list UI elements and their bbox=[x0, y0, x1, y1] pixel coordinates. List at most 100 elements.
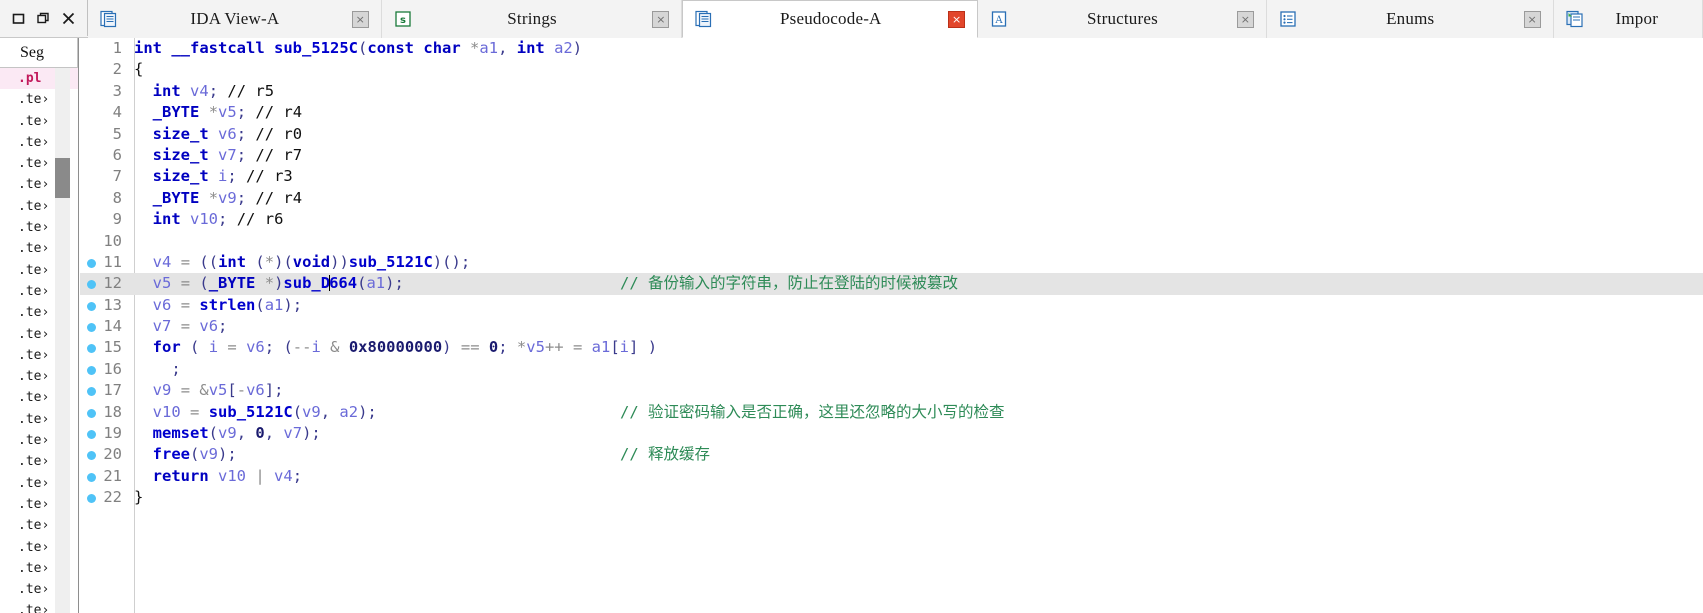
breakpoint-dot-icon[interactable] bbox=[87, 408, 96, 418]
line-number: 10 bbox=[103, 231, 122, 250]
segments-header: Seg bbox=[0, 38, 78, 68]
tab-imports[interactable]: Impor bbox=[1553, 0, 1703, 38]
code-text: int __fastcall sub_5125C(const char *a1,… bbox=[134, 39, 583, 57]
tab-strip: IDA View-A × s Strings × Pseudocode-A × … bbox=[88, 0, 1703, 38]
code-text: v6 = strlen(a1); bbox=[152, 295, 303, 314]
code-line[interactable]: 11 v4 = ((int (*)(void))sub_5121C)(); bbox=[80, 252, 1703, 273]
breakpoint-dot-icon[interactable] bbox=[87, 430, 96, 440]
code-comment: // 释放缓存 bbox=[620, 445, 710, 464]
segments-scrollbar-thumb[interactable] bbox=[55, 158, 70, 198]
tab-enums[interactable]: Enums × bbox=[1266, 0, 1554, 38]
line-number: 3 bbox=[112, 81, 122, 100]
tab-close-icon[interactable]: × bbox=[1236, 10, 1254, 28]
tab-label: Impor bbox=[1615, 9, 1659, 28]
code-text: ; bbox=[171, 359, 181, 378]
code-line[interactable]: 6 size_t v7; // r7 bbox=[80, 145, 1703, 166]
text-caret bbox=[329, 275, 331, 292]
tab-ida-view-a[interactable]: IDA View-A × bbox=[88, 0, 382, 38]
pseudocode-editor[interactable]: 1 int __fastcall sub_5125C(const char *a1… bbox=[80, 38, 1703, 613]
line-number: 8 bbox=[112, 188, 122, 207]
tab-close-icon[interactable]: × bbox=[351, 10, 369, 28]
restore-window-icon[interactable] bbox=[9, 8, 29, 28]
code-text: v7 = v6; bbox=[152, 317, 228, 336]
code-comment: // 验证密码输入是否正确，这里还忽略的大小写的检查 bbox=[620, 402, 1005, 421]
code-line[interactable]: 5 size_t v6; // r0 bbox=[80, 124, 1703, 145]
code-text: { bbox=[134, 60, 144, 79]
code-line[interactable]: 21 return v10 | v4; bbox=[80, 466, 1703, 487]
code-text: int v4; // r5 bbox=[152, 81, 275, 100]
code-text: return v10 | v4; bbox=[152, 466, 303, 485]
line-number: 6 bbox=[112, 145, 122, 164]
code-text: size_t v6; // r0 bbox=[152, 124, 303, 143]
maximize-window-icon[interactable] bbox=[34, 8, 54, 28]
structures-icon: A bbox=[990, 10, 1008, 28]
code-line[interactable]: 12 v5 = (_BYTE *)sub_D664(a1);// 备份输入的字符… bbox=[80, 273, 1703, 295]
line-number: 9 bbox=[112, 210, 122, 229]
tab-label: Enums bbox=[1386, 9, 1435, 28]
code-line[interactable]: 1 int __fastcall sub_5125C(const char *a1… bbox=[80, 38, 1703, 59]
code-lines: 1 int __fastcall sub_5125C(const char *a1… bbox=[80, 38, 1703, 509]
code-text: for ( i = v6; (--i & 0x80000000) == 0; *… bbox=[152, 338, 658, 357]
tab-structures[interactable]: A Structures × bbox=[978, 0, 1267, 38]
svg-text:A: A bbox=[994, 15, 1003, 26]
tab-strings[interactable]: s Strings × bbox=[381, 0, 683, 38]
code-text: v10 = sub_5121C(v9, a2); bbox=[152, 402, 377, 421]
code-line[interactable]: 15 for ( i = v6; (--i & 0x80000000) == 0… bbox=[80, 337, 1703, 358]
tab-label: Strings bbox=[507, 9, 557, 28]
code-text: } bbox=[134, 488, 144, 507]
code-comment: // 备份输入的字符串，防止在登陆的时候被篡改 bbox=[620, 274, 958, 293]
code-line[interactable]: 16 ; bbox=[80, 359, 1703, 380]
code-text: v9 = &v5[-v6]; bbox=[152, 381, 284, 400]
code-line[interactable]: 17 v9 = &v5[-v6]; bbox=[80, 380, 1703, 401]
ida-pseudocode-window: IDA View-A × s Strings × Pseudocode-A × … bbox=[0, 0, 1703, 613]
code-line[interactable]: 22} bbox=[80, 487, 1703, 508]
code-line[interactable]: 19 memset(v9, 0, v7); bbox=[80, 423, 1703, 444]
tab-label: Pseudocode-A bbox=[779, 9, 882, 28]
line-number: 1 bbox=[112, 39, 122, 57]
code-text: _BYTE *v5; // r4 bbox=[152, 103, 303, 122]
breakpoint-dot-icon[interactable] bbox=[87, 301, 96, 311]
document-icon bbox=[100, 10, 118, 28]
code-line[interactable]: 3 int v4; // r5 bbox=[80, 81, 1703, 102]
tab-close-icon[interactable]: × bbox=[1523, 10, 1541, 28]
pseudocode-icon bbox=[695, 10, 713, 28]
code-text: free(v9); bbox=[152, 445, 237, 464]
breakpoint-dot-icon[interactable] bbox=[87, 472, 96, 482]
code-text: int v10; // r6 bbox=[152, 210, 284, 229]
window-controls bbox=[0, 0, 88, 36]
close-window-icon[interactable] bbox=[59, 8, 79, 28]
code-line[interactable]: 4 _BYTE *v5; // r4 bbox=[80, 102, 1703, 123]
code-line[interactable]: 14 v7 = v6; bbox=[80, 316, 1703, 337]
tab-pseudocode-a[interactable]: Pseudocode-A × bbox=[682, 0, 979, 38]
code-text: v4 = ((int (*)(void))sub_5121C)(); bbox=[152, 252, 471, 271]
line-number: 2 bbox=[112, 60, 122, 79]
code-text: v5 = (_BYTE *)sub_D664(a1); bbox=[152, 274, 404, 293]
tab-label: Structures bbox=[1087, 9, 1158, 28]
line-number: 7 bbox=[112, 167, 122, 186]
enums-icon bbox=[1279, 10, 1297, 28]
code-text: _BYTE *v9; // r4 bbox=[152, 188, 303, 207]
code-line[interactable]: 7 size_t i; // r3 bbox=[80, 166, 1703, 187]
code-text: size_t v7; // r7 bbox=[152, 145, 303, 164]
line-number: 4 bbox=[112, 103, 122, 122]
code-line[interactable]: 2{ bbox=[80, 59, 1703, 80]
line-number: 5 bbox=[112, 124, 122, 143]
tab-close-icon[interactable]: × bbox=[652, 10, 670, 28]
breakpoint-dot-icon[interactable] bbox=[87, 365, 96, 375]
imports-icon bbox=[1565, 10, 1584, 28]
tab-label: IDA View-A bbox=[190, 9, 280, 28]
code-line[interactable]: 8 _BYTE *v9; // r4 bbox=[80, 188, 1703, 209]
strings-icon: s bbox=[394, 10, 412, 28]
breakpoint-dot-icon[interactable] bbox=[87, 323, 96, 333]
code-text: size_t i; // r3 bbox=[152, 167, 293, 186]
code-line[interactable]: 18 v10 = sub_5121C(v9, a2);// 验证密码输入是否正确… bbox=[80, 402, 1703, 423]
code-text: memset(v9, 0, v7); bbox=[152, 424, 321, 443]
svg-text:s: s bbox=[400, 15, 406, 26]
code-line[interactable]: 9 int v10; // r6 bbox=[80, 209, 1703, 230]
tab-close-icon[interactable]: × bbox=[948, 10, 966, 28]
code-line[interactable]: 13 v6 = strlen(a1); bbox=[80, 295, 1703, 316]
code-line[interactable]: 20 free(v9);// 释放缓存 bbox=[80, 444, 1703, 465]
breakpoint-dot-icon[interactable] bbox=[87, 258, 96, 268]
code-line[interactable]: 10 bbox=[80, 231, 1703, 252]
segments-scrollbar[interactable] bbox=[55, 68, 70, 613]
